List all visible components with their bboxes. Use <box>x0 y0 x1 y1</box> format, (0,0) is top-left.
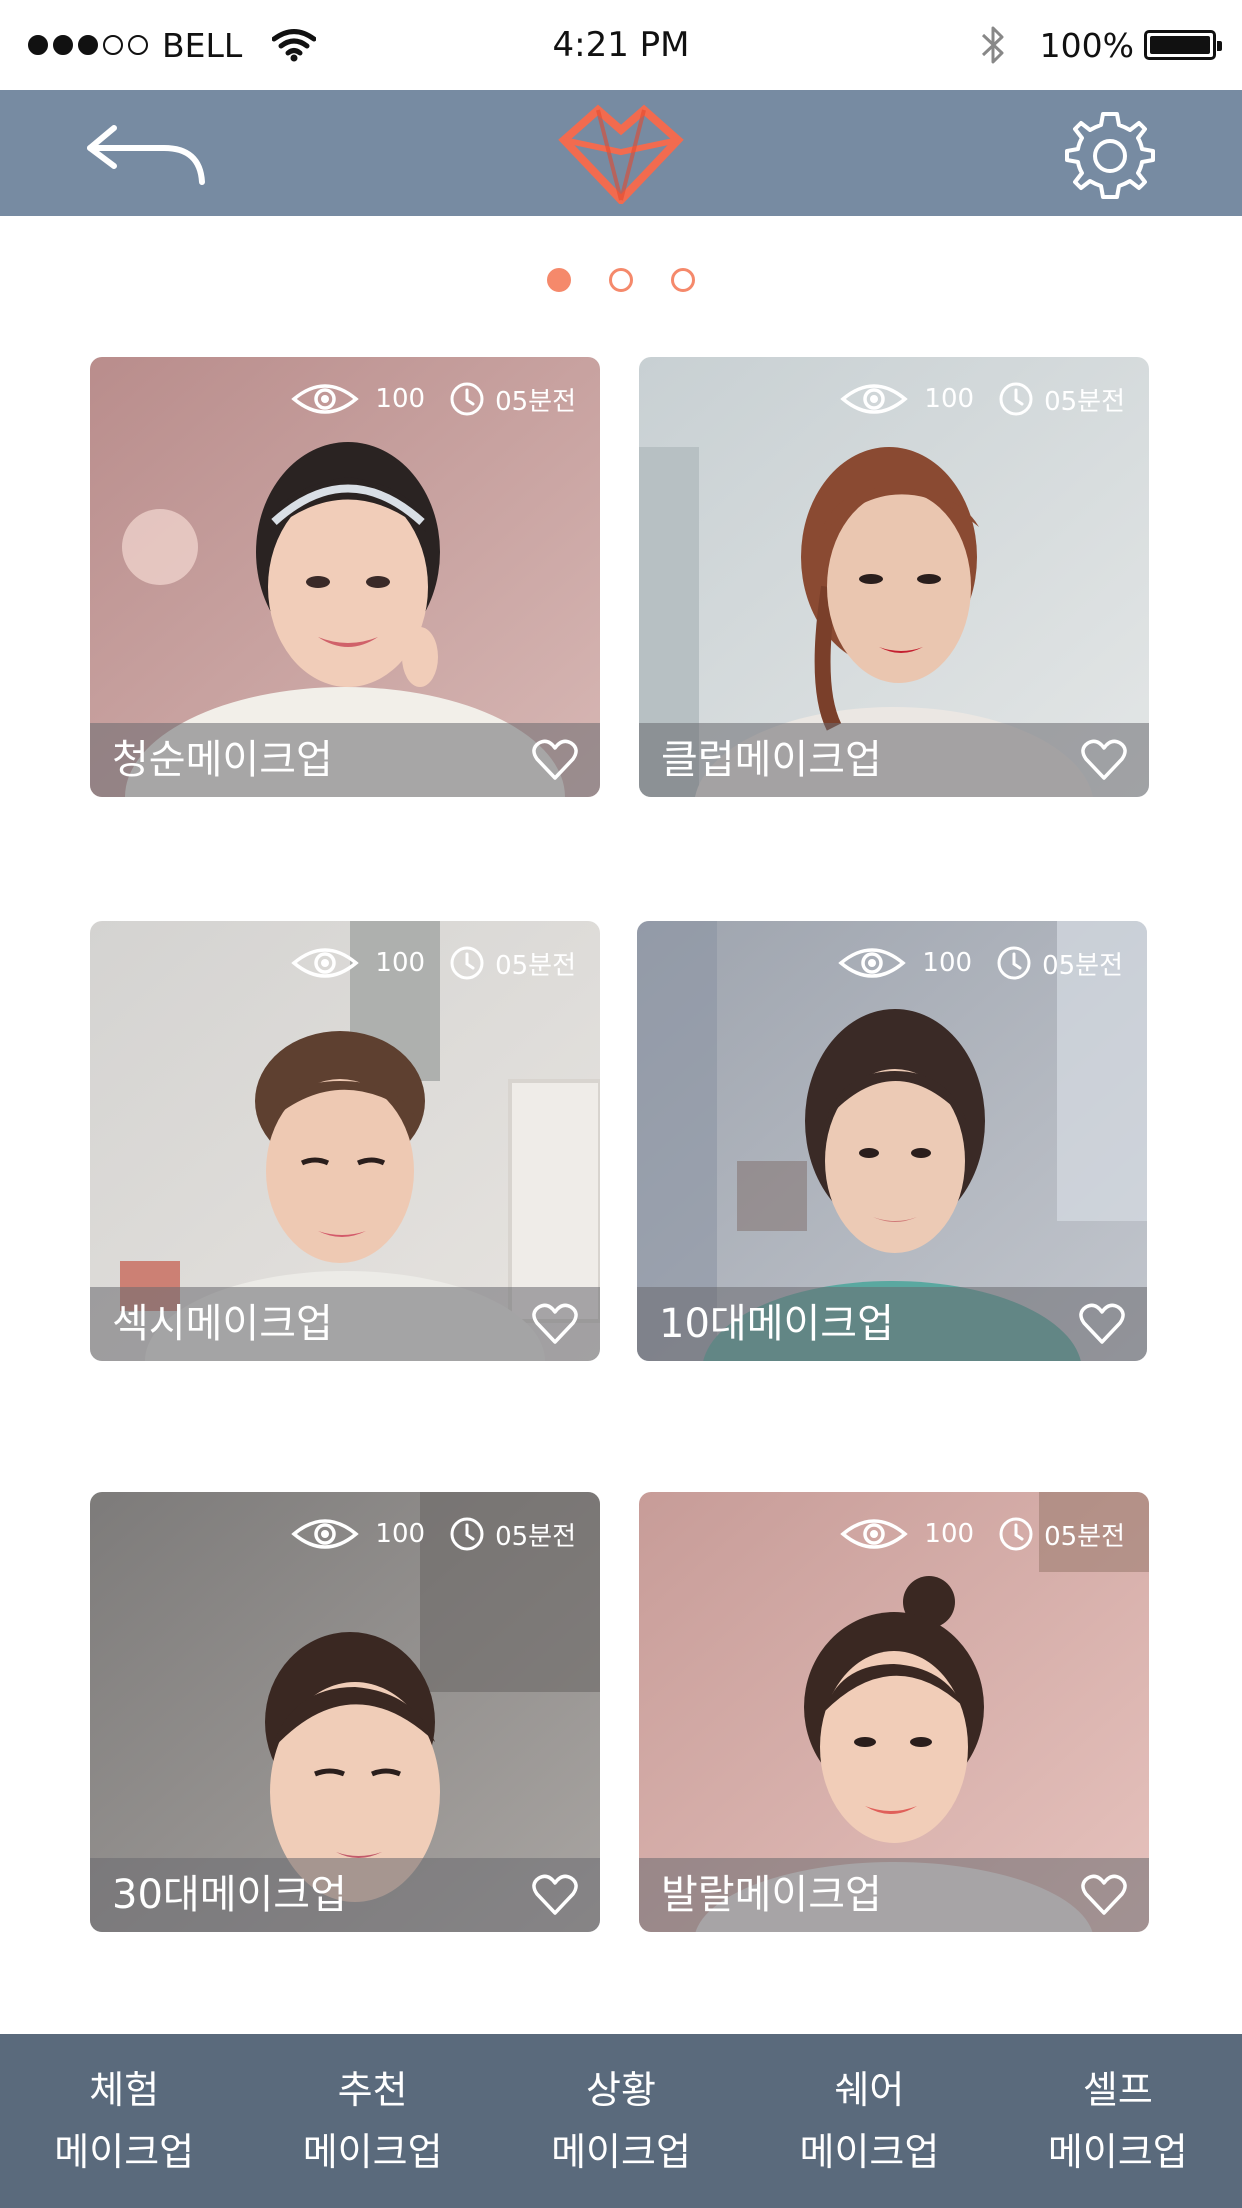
posted-time: 05분전 <box>495 950 576 981</box>
makeup-card[interactable]: 100 05분전 30대메이크업 <box>90 1492 600 1932</box>
tab-share-makeup[interactable]: 쉐어 메이크업 <box>745 2034 993 2208</box>
makeup-card[interactable]: 100 05분전 10대메이크업 <box>637 921 1147 1361</box>
tab-situation-makeup[interactable]: 상황 메이크업 <box>497 2034 745 2208</box>
tab-self-makeup[interactable]: 셀프 메이크업 <box>994 2034 1242 2208</box>
posted-time: 05분전 <box>1044 386 1125 417</box>
posted-time: 05분전 <box>495 1521 576 1552</box>
heart-icon[interactable] <box>1081 1874 1127 1916</box>
view-count: 100 <box>924 1519 975 1549</box>
tab-sublabel: 메이크업 <box>1047 2130 1188 2174</box>
heart-icon[interactable] <box>1081 739 1127 781</box>
clock-icon <box>999 1517 1033 1551</box>
gear-icon[interactable] <box>1062 108 1158 204</box>
card-stats: 100 05분전 <box>291 943 576 983</box>
bottom-tab-bar: 체험 메이크업 추천 메이크업 상황 메이크업 쉐어 메이크업 셀프 메이크업 <box>0 2034 1242 2208</box>
card-stats: 100 05분전 <box>291 379 576 419</box>
tab-label: 셀프 <box>1082 2068 1153 2112</box>
eye-icon <box>291 948 360 978</box>
tab-sublabel: 메이크업 <box>551 2130 691 2174</box>
battery-icon <box>1144 30 1222 60</box>
tab-sublabel: 메이크업 <box>302 2130 443 2174</box>
makeup-card[interactable]: 100 05분전 클럽메이크업 <box>639 357 1149 797</box>
eye-icon <box>291 384 360 414</box>
posted-time: 05분전 <box>1044 1521 1125 1552</box>
card-title: 클럽메이크업 <box>661 737 882 783</box>
card-title: 10대메이크업 <box>659 1301 894 1347</box>
clock-icon <box>450 382 484 416</box>
battery-percentage: 100% <box>1039 25 1134 65</box>
tab-sublabel: 메이크업 <box>54 2130 195 2174</box>
app-header <box>0 90 1242 216</box>
eye-icon <box>291 1519 360 1549</box>
clock-icon <box>999 382 1033 416</box>
back-arrow-icon[interactable] <box>84 118 214 190</box>
makeup-card[interactable]: 100 05분전 섹시메이크업 <box>90 921 600 1361</box>
card-title: 청순메이크업 <box>112 737 333 783</box>
eye-icon <box>840 1519 909 1549</box>
status-bar: BELL 4:21 PM 100% <box>0 0 1242 90</box>
card-title: 30대메이크업 <box>112 1872 347 1918</box>
card-caption: 10대메이크업 <box>637 1287 1147 1361</box>
card-title: 발랄메이크업 <box>661 1872 882 1918</box>
view-count: 100 <box>924 384 975 414</box>
card-caption: 섹시메이크업 <box>90 1287 600 1361</box>
eye-icon <box>840 384 909 414</box>
card-caption: 30대메이크업 <box>90 1858 600 1932</box>
card-stats: 100 05분전 <box>291 1514 576 1554</box>
card-caption: 청순메이크업 <box>90 723 600 797</box>
tab-label: 추천 <box>337 2068 408 2112</box>
heart-logo-icon <box>558 104 684 204</box>
tab-label: 상황 <box>586 2068 656 2112</box>
heart-icon[interactable] <box>532 1303 578 1345</box>
status-right: 100% <box>980 22 1222 68</box>
view-count: 100 <box>375 1519 426 1549</box>
page-dot-1[interactable] <box>547 268 571 292</box>
page-dot-2[interactable] <box>609 268 633 292</box>
card-caption: 발랄메이크업 <box>639 1858 1149 1932</box>
card-title: 섹시메이크업 <box>112 1301 333 1347</box>
card-stats: 100 05분전 <box>840 1514 1125 1554</box>
page-dot-3[interactable] <box>671 268 695 292</box>
tab-recommended-makeup[interactable]: 추천 메이크업 <box>248 2034 496 2208</box>
view-count: 100 <box>375 384 426 414</box>
page-indicator <box>0 268 1242 292</box>
heart-icon[interactable] <box>532 739 578 781</box>
tab-sublabel: 메이크업 <box>799 2130 940 2174</box>
clock-icon <box>997 946 1031 980</box>
view-count: 100 <box>922 948 973 978</box>
makeup-card[interactable]: 100 05분전 발랄메이크업 <box>639 1492 1149 1932</box>
card-caption: 클럽메이크업 <box>639 723 1149 797</box>
heart-icon[interactable] <box>1079 1303 1125 1345</box>
tab-experience-makeup[interactable]: 체험 메이크업 <box>0 2034 248 2208</box>
card-stats: 100 05분전 <box>840 379 1125 419</box>
clock-icon <box>450 1517 484 1551</box>
card-stats: 100 05분전 <box>838 943 1123 983</box>
posted-time: 05분전 <box>1042 950 1123 981</box>
posted-time: 05분전 <box>495 386 576 417</box>
bluetooth-icon <box>981 26 1004 64</box>
makeup-card[interactable]: 100 05분전 청순메이크업 <box>90 357 600 797</box>
eye-icon <box>838 948 907 978</box>
view-count: 100 <box>375 948 426 978</box>
tab-label: 쉐어 <box>834 2068 905 2112</box>
clock-icon <box>450 946 484 980</box>
heart-icon[interactable] <box>532 1874 578 1916</box>
tab-label: 체험 <box>89 2068 160 2112</box>
